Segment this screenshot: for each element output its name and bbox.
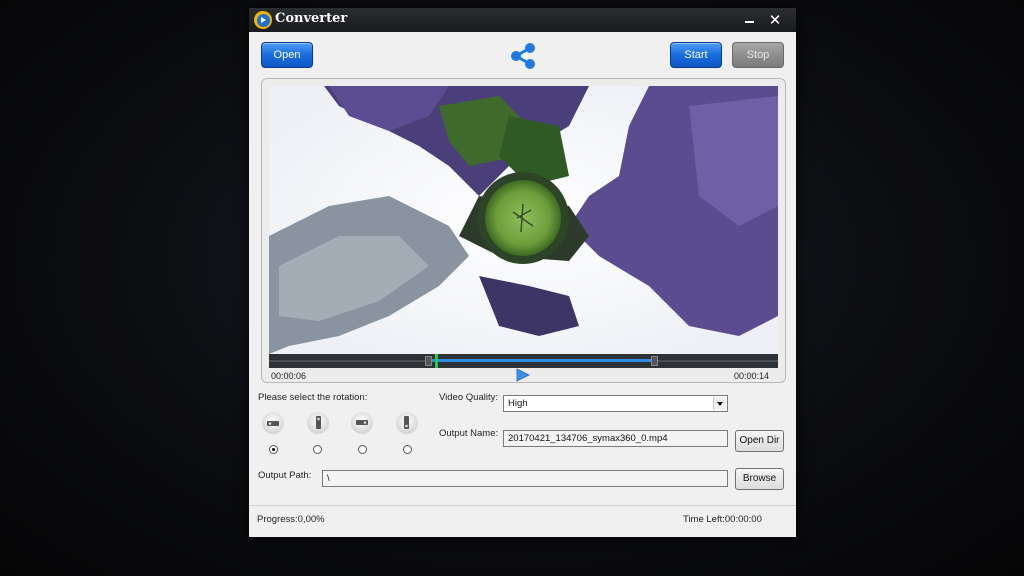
stop-button[interactable]: Stop [732, 42, 784, 68]
browse-button[interactable]: Browse [735, 468, 784, 490]
video-quality-label: Video Quality: [439, 392, 498, 403]
rotation-radio-270[interactable] [403, 445, 412, 454]
total-time: 00:00:14 [734, 371, 770, 381]
rotation-90-icon[interactable] [307, 412, 329, 434]
open-dir-button[interactable]: Open Dir [735, 430, 784, 452]
rotation-radio-0[interactable] [269, 445, 278, 454]
rotation-270-icon[interactable] [396, 412, 418, 434]
trim-end-handle[interactable] [651, 356, 658, 366]
progress-status: Progress:0,00% [257, 514, 325, 525]
chevron-down-icon[interactable] [713, 397, 726, 410]
output-path-label: Output Path: [258, 470, 312, 481]
video-panel: 00:00:06 00:00:14 [261, 78, 786, 383]
rotation-180-icon[interactable] [351, 412, 373, 434]
seek-selected-range [429, 359, 655, 362]
output-name-label: Output Name: [439, 428, 499, 439]
time-left-status: Time Left:00:00:00 [683, 514, 762, 525]
current-time: 00:00:06 [271, 371, 307, 381]
app-logo-icon [254, 11, 272, 29]
playhead[interactable] [435, 354, 438, 368]
video-frame-image [269, 86, 778, 354]
rotation-0-icon[interactable] [262, 412, 284, 434]
share-icon[interactable] [508, 41, 538, 71]
rotation-label: Please select the rotation: [258, 392, 368, 403]
video-quality-select[interactable]: High [503, 395, 728, 412]
window-title: Converter [275, 11, 348, 26]
seek-bar[interactable] [269, 354, 778, 368]
open-button[interactable]: Open [261, 42, 313, 68]
minimize-button[interactable] [739, 10, 761, 30]
status-separator [249, 505, 796, 506]
output-path-field[interactable]: \ [322, 470, 728, 487]
trim-start-handle[interactable] [425, 356, 432, 366]
start-button[interactable]: Start [670, 42, 722, 68]
video-preview[interactable] [269, 86, 778, 354]
video-quality-value: High [508, 398, 528, 409]
close-button[interactable]: ✕ [764, 10, 786, 30]
converter-window: Converter ✕ Open Start Stop 00:00:06 00:… [249, 8, 796, 537]
play-icon[interactable] [516, 368, 530, 382]
rotation-radio-180[interactable] [358, 445, 367, 454]
title-bar[interactable]: Converter ✕ [249, 8, 796, 32]
rotation-radio-90[interactable] [313, 445, 322, 454]
output-name-field[interactable]: 20170421_134706_symax360_0.mp4 [503, 430, 728, 447]
